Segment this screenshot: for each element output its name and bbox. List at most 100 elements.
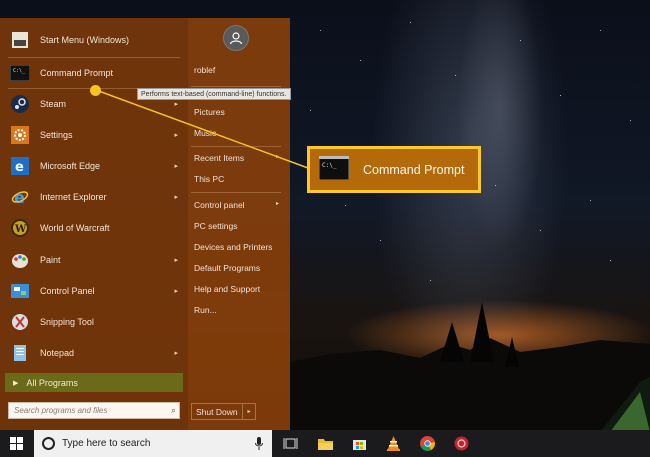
triangle-right-icon: ▶ [13, 379, 19, 387]
settings-icon [9, 124, 31, 146]
menu-item-command-prompt[interactable]: C:\_ Command Prompt [0, 59, 188, 87]
places-item-devices-printers[interactable]: Devices and Printers [194, 242, 272, 252]
app-icon[interactable] [454, 436, 469, 451]
places-item-label: Run... [194, 305, 217, 315]
places-divider [191, 192, 281, 193]
menu-item-label: Notepad [40, 348, 75, 358]
edge-icon: e [9, 155, 31, 177]
places-item-pc-settings[interactable]: PC settings [194, 221, 237, 231]
submenu-arrow-icon: ▸ [276, 154, 280, 160]
menu-item-label: Internet Explorer [40, 192, 107, 202]
svg-text:C:\_: C:\_ [322, 162, 337, 169]
control-panel-icon [9, 280, 31, 302]
places-item-label: Control panel [194, 200, 245, 210]
menu-item-label: Paint [40, 255, 61, 265]
task-view-icon[interactable] [283, 436, 298, 451]
places-item-label: Default Programs [194, 263, 261, 273]
all-programs-button[interactable]: ▶ All Programs [5, 373, 183, 392]
menu-item-label: Control Panel [40, 286, 95, 296]
submenu-arrow-icon: ▸ [174, 194, 178, 201]
search-programs-input[interactable]: Search programs and files ⌕ [8, 402, 180, 419]
svg-text:e: e [15, 160, 24, 175]
menu-item-label: Command Prompt [40, 68, 114, 78]
callout-dot [90, 85, 101, 96]
places-item-run[interactable]: Run... [194, 305, 217, 315]
shutdown-button[interactable]: Shut Down [191, 403, 243, 420]
windows-icon[interactable] [10, 437, 23, 450]
places-item-label: Devices and Printers [194, 242, 273, 252]
menu-item-world-of-warcraft[interactable]: W World of Warcraft [0, 214, 188, 242]
store-icon[interactable] [352, 436, 367, 451]
submenu-arrow-icon: ▸ [174, 350, 178, 357]
command-prompt-callout: C:\_ Command Prompt [307, 146, 481, 193]
menu-item-label: Snipping Tool [40, 317, 94, 327]
taskbar-search-placeholder: Type here to search [62, 438, 151, 449]
places-item-label: PC settings [194, 221, 238, 231]
callout-inner: C:\_ Command Prompt [310, 149, 478, 190]
menu-item-microsoft-edge[interactable]: e Microsoft Edge ▸ [0, 152, 188, 180]
programs-pane: Start Menu (Windows) C:\_ Command Prompt… [0, 18, 188, 430]
menu-item-internet-explorer[interactable]: e Internet Explorer ▸ [0, 183, 188, 211]
places-item-label: Help and Support [194, 284, 261, 294]
shutdown-label: Shut Down [196, 406, 238, 417]
places-item-music[interactable]: Music [194, 128, 216, 138]
menu-item-start-menu[interactable]: Start Menu (Windows) [0, 26, 188, 54]
places-item-label: roblef [194, 65, 216, 75]
steam-icon [9, 93, 31, 115]
snipping-tool-icon [9, 311, 31, 333]
submenu-arrow-icon: ▸ [174, 257, 178, 264]
search-placeholder: Search programs and files [14, 406, 108, 415]
all-programs-label: All Programs [26, 377, 78, 388]
submenu-arrow-icon: ▸ [174, 132, 178, 139]
svg-text:W: W [14, 224, 27, 235]
start-menu-icon [9, 29, 31, 51]
menu-item-control-panel[interactable]: Control Panel ▸ [0, 277, 188, 305]
menu-item-label: World of Warcraft [40, 223, 110, 233]
command-prompt-tooltip: Performs text-based (command-line) funct… [137, 88, 291, 100]
callout-label: Command Prompt [363, 162, 465, 177]
internet-explorer-icon: e [9, 186, 31, 208]
menu-item-paint[interactable]: Paint ▸ [0, 246, 188, 274]
search-icon[interactable]: ⌕ [171, 405, 176, 416]
places-item-label: Pictures [194, 107, 225, 117]
places-item-user[interactable]: roblef [194, 65, 215, 75]
places-item-help-support[interactable]: Help and Support [194, 284, 260, 294]
menu-item-snipping-tool[interactable]: Snipping Tool [0, 308, 188, 336]
menu-item-label: Settings [40, 130, 73, 140]
submenu-arrow-icon: ▸ [174, 163, 178, 170]
menu-item-notepad[interactable]: Notepad ▸ [0, 339, 188, 367]
submenu-arrow-icon: ▸ [174, 101, 178, 108]
places-divider [191, 86, 281, 87]
vlc-icon[interactable] [386, 436, 401, 451]
places-item-control-panel[interactable]: Control panel ▸ [194, 200, 279, 210]
places-item-label: Recent Items [194, 153, 245, 163]
user-avatar-icon[interactable] [223, 25, 249, 51]
places-item-pictures[interactable]: Pictures [194, 107, 225, 117]
cortana-icon [42, 437, 55, 450]
start-menu: Start Menu (Windows) C:\_ Command Prompt… [0, 18, 290, 430]
places-item-recent-items[interactable]: Recent Items ▸ [194, 153, 279, 163]
microphone-icon[interactable] [255, 437, 263, 450]
menu-item-settings[interactable]: Settings ▸ [0, 121, 188, 149]
places-item-this-pc[interactable]: This PC [194, 174, 224, 184]
places-item-label: This PC [194, 174, 225, 184]
paint-icon [9, 249, 31, 271]
taskbar-search-box[interactable]: Type here to search [34, 430, 272, 457]
chrome-icon[interactable] [420, 436, 435, 451]
svg-text:C:\_: C:\_ [13, 68, 26, 74]
file-explorer-icon[interactable] [318, 436, 333, 451]
notepad-icon [9, 342, 31, 364]
menu-item-label: Microsoft Edge [40, 161, 101, 171]
places-divider [191, 146, 281, 147]
menu-item-label: Start Menu (Windows) [40, 35, 130, 45]
shutdown-options-button[interactable]: ▸ [243, 403, 256, 420]
submenu-arrow-icon: ▸ [276, 201, 280, 207]
places-item-label: Music [194, 128, 217, 138]
menu-item-label: Steam [40, 99, 67, 109]
command-prompt-icon: C:\_ [318, 155, 350, 183]
svg-text:e: e [14, 188, 25, 206]
menu-divider [8, 57, 180, 58]
places-item-default-programs[interactable]: Default Programs [194, 263, 260, 273]
warcraft-icon: W [9, 217, 31, 239]
command-prompt-icon: C:\_ [9, 62, 31, 84]
